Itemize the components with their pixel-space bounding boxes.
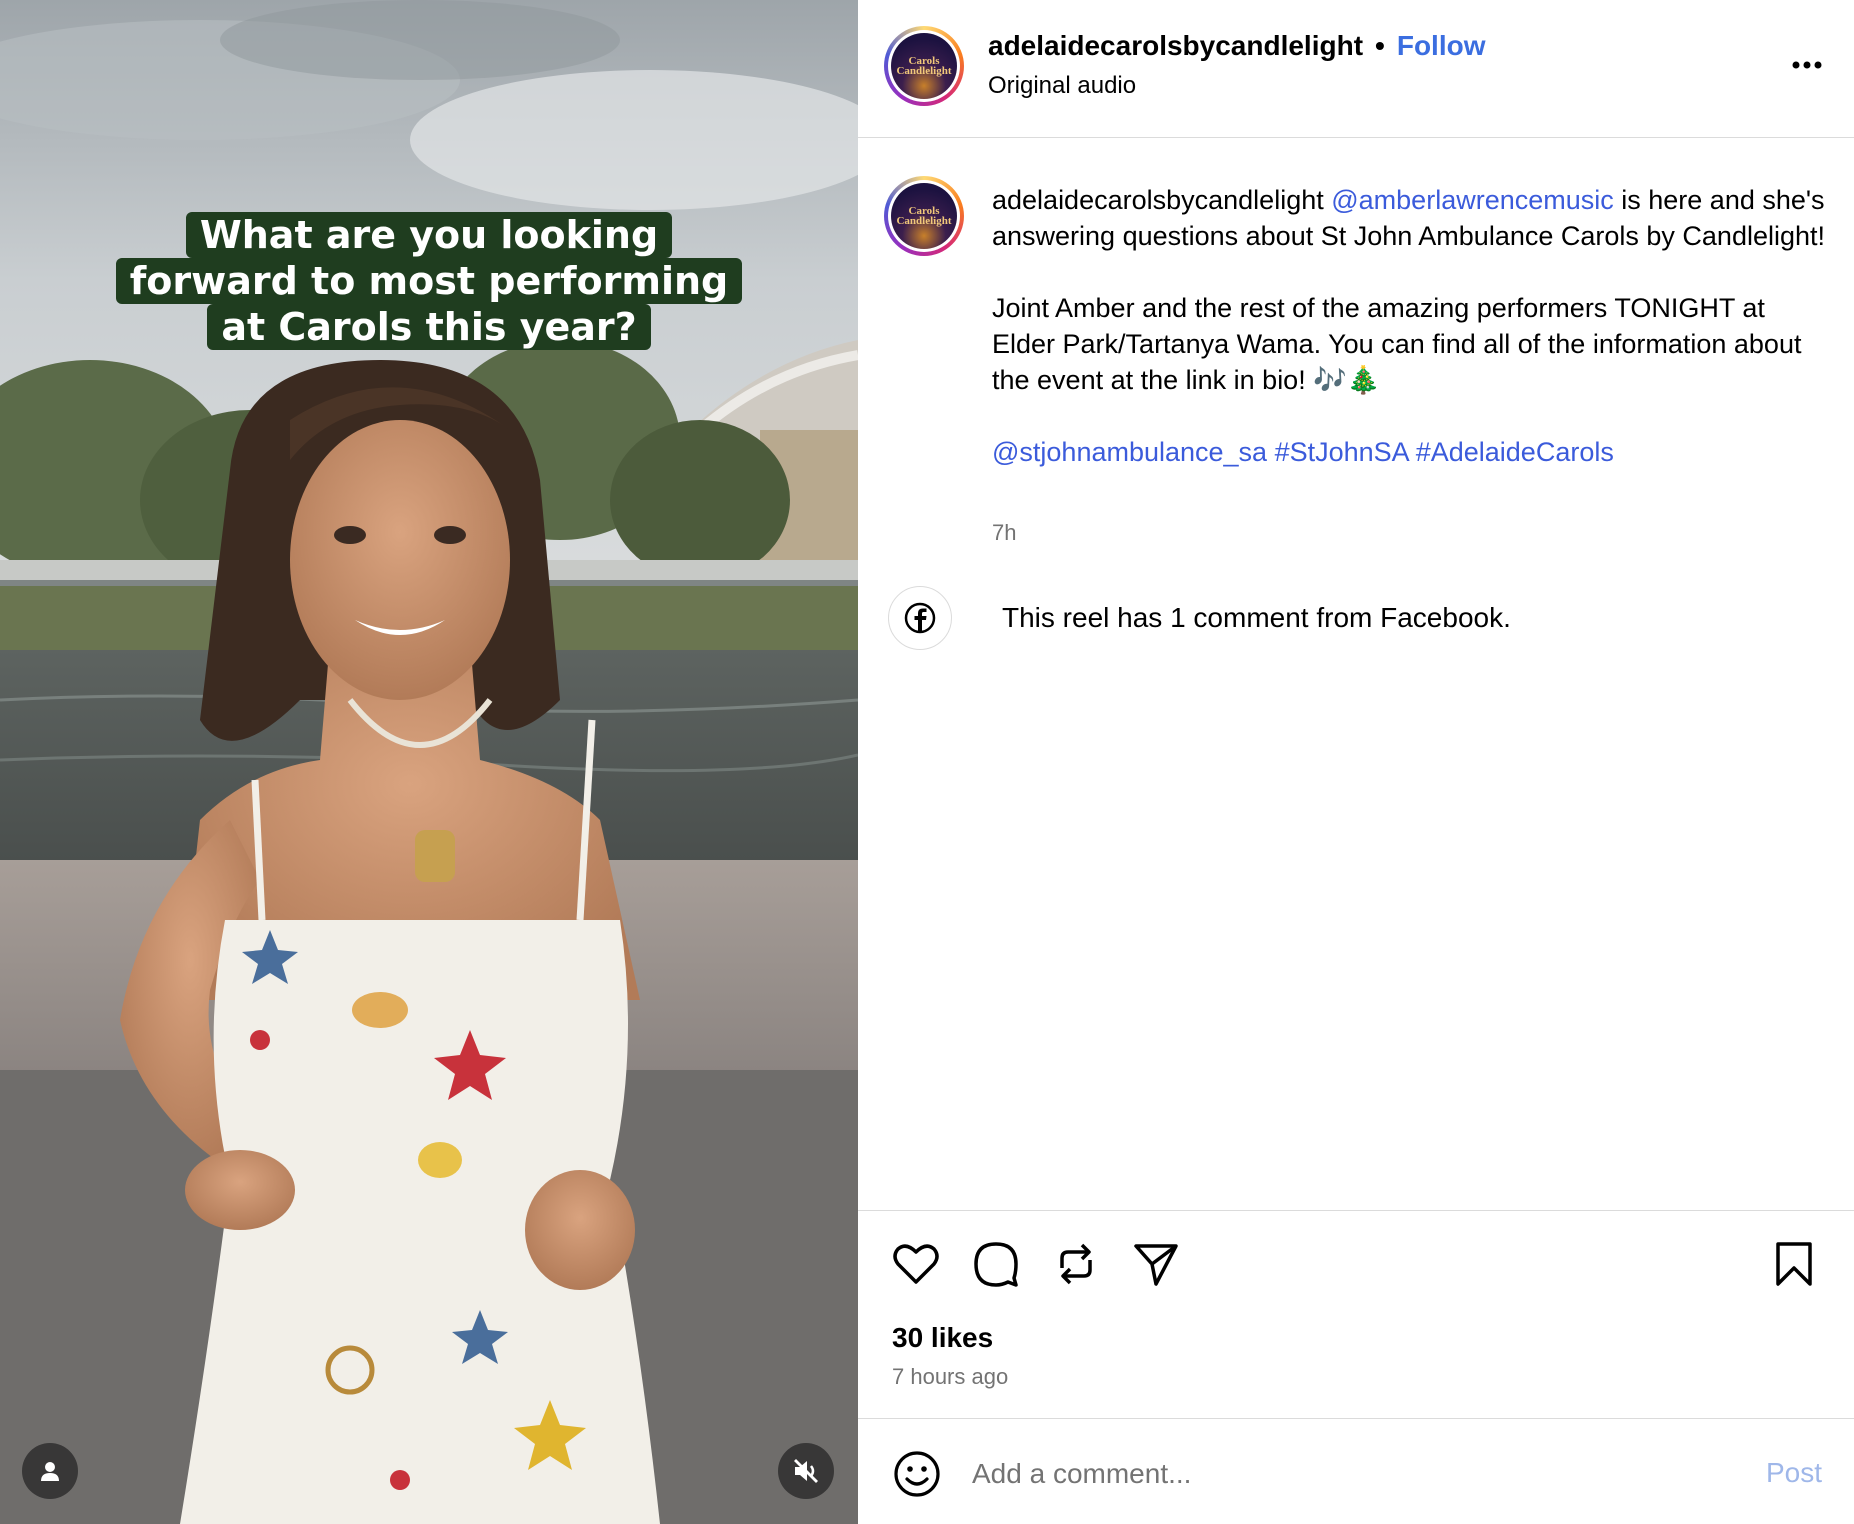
more-options-button[interactable] — [1782, 50, 1832, 80]
user-icon — [41, 1462, 59, 1481]
avatar-logo-text: Candlelight — [896, 215, 952, 227]
facebook-badge — [888, 586, 952, 650]
repost-icon[interactable] — [1050, 1238, 1102, 1290]
caption-paragraph: adelaidecarolsbycandlelight @amberlawren… — [992, 182, 1832, 254]
reel-video[interactable]: What are you looking forward to most per… — [0, 0, 858, 1524]
caption-tags: @stjohnambulance_sa #StJohnSA #AdelaideC… — [992, 434, 1832, 470]
hashtag-link[interactable]: #AdelaideCarols — [1416, 437, 1614, 467]
hashtag-link[interactable]: #StJohnSA — [1275, 437, 1409, 467]
bookmark-icon[interactable] — [1768, 1238, 1820, 1290]
avatar-logo: Carols Candlelight — [891, 33, 957, 99]
comment-bar: Post — [858, 1418, 1854, 1524]
avatar-logo-text: Candlelight — [896, 65, 952, 77]
mention-link[interactable]: @stjohnambulance_sa — [992, 437, 1267, 467]
heart-icon[interactable] — [890, 1238, 942, 1290]
avatar[interactable]: Carols Candlelight — [884, 26, 964, 106]
caption-line: forward to most performing — [115, 258, 743, 304]
caption-paragraph: Joint Amber and the rest of the amazing … — [992, 293, 1802, 395]
post-header: Carols Candlelight adelaidecarolsbycandl… — [858, 0, 1854, 138]
username-link[interactable]: adelaidecarolsbycandlelight — [988, 30, 1363, 62]
caption-author[interactable]: adelaidecarolsbycandlelight — [992, 185, 1324, 215]
avatar[interactable]: Carols Candlelight — [884, 176, 964, 256]
header-title: adelaidecarolsbycandlelight • Follow — [988, 30, 1486, 62]
facebook-note-text: This reel has 1 comment from Facebook. — [1002, 602, 1511, 633]
comment-input[interactable] — [972, 1449, 1612, 1499]
caption-line: What are you looking — [185, 212, 673, 258]
tagged-users-button[interactable] — [22, 1443, 78, 1499]
mention-link[interactable]: @amberlawrencemusic — [1331, 185, 1614, 215]
like-count[interactable]: 30 likes — [892, 1322, 993, 1354]
share-icon[interactable] — [1130, 1238, 1182, 1290]
audio-link[interactable]: Original audio — [988, 72, 1136, 100]
separator-dot: • — [1375, 30, 1385, 61]
facebook-icon — [904, 602, 936, 634]
post-time-ago: 7 hours ago — [892, 1364, 1009, 1389]
action-bar — [858, 1210, 1854, 1211]
caption-timestamp[interactable]: 7h — [992, 520, 1016, 546]
post-panel: Carols Candlelight adelaidecarolsbycandl… — [858, 0, 1854, 1524]
muted-speaker-icon — [794, 1459, 818, 1483]
post-comment-button[interactable]: Post — [1766, 1457, 1822, 1489]
emoji-icon[interactable] — [892, 1449, 942, 1499]
video-caption: What are you looking forward to most per… — [0, 212, 858, 350]
facebook-comments-note: This reel has 1 comment from Facebook. — [888, 585, 1511, 651]
mute-toggle-button[interactable] — [778, 1443, 834, 1499]
comment-icon[interactable] — [970, 1238, 1022, 1290]
avatar-logo: Carols Candlelight — [891, 183, 957, 249]
caption-line: at Carols this year? — [207, 304, 651, 350]
caption-text: adelaidecarolsbycandlelight @amberlawren… — [992, 182, 1832, 506]
follow-button[interactable]: Follow — [1397, 30, 1486, 62]
more-options-icon — [1792, 61, 1822, 69]
